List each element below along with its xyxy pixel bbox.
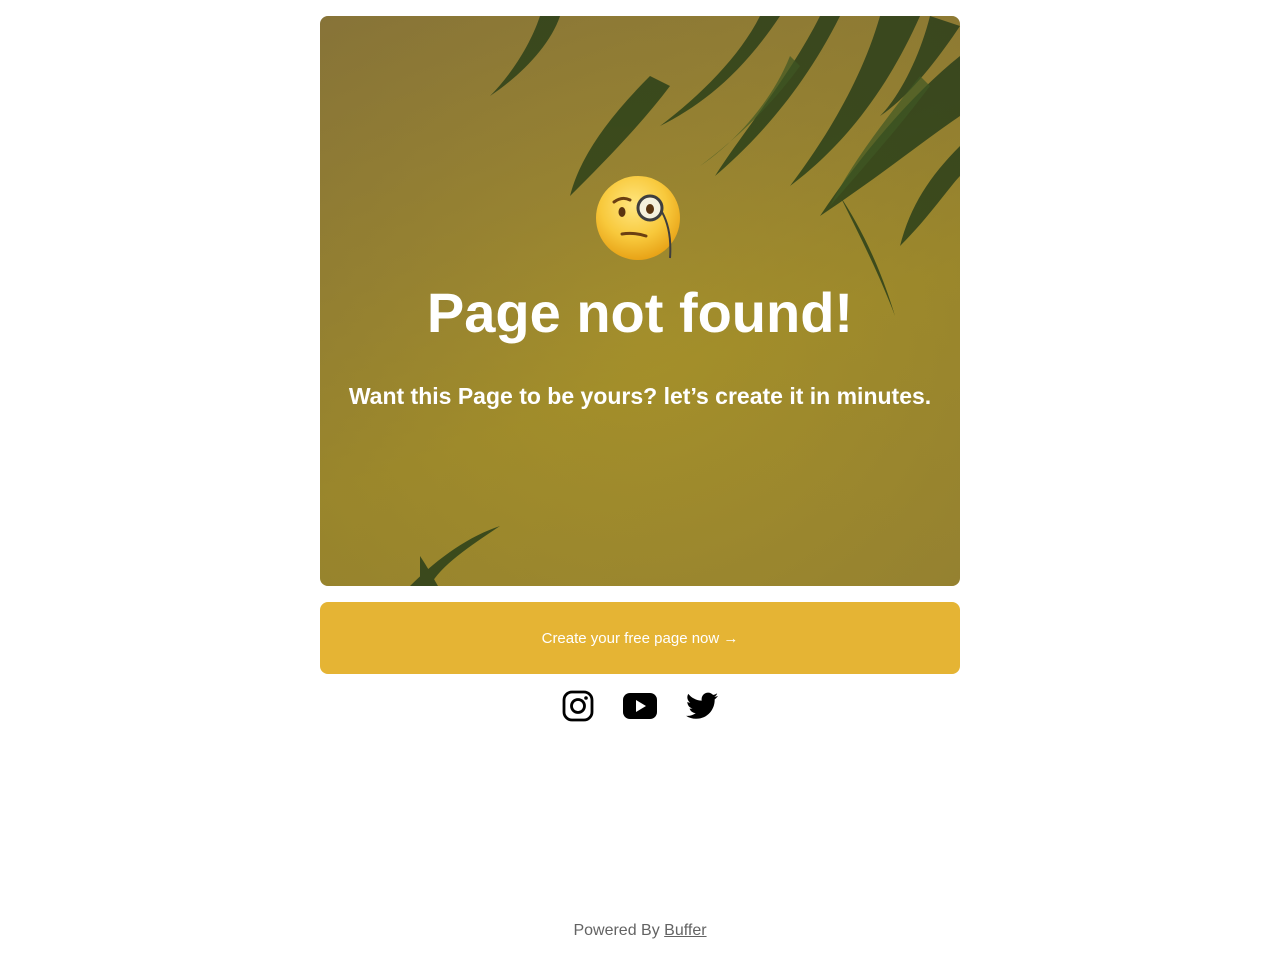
powered-by-label: Powered By bbox=[573, 922, 660, 939]
buffer-link[interactable]: Buffer bbox=[664, 922, 706, 939]
twitter-icon[interactable] bbox=[684, 688, 720, 724]
youtube-icon[interactable] bbox=[622, 688, 658, 724]
not-found-page: Page not found! Want this Page to be you… bbox=[0, 0, 1280, 960]
page-subtitle: Want this Page to be yours? let’s create… bbox=[348, 383, 932, 409]
instagram-icon[interactable] bbox=[560, 688, 596, 724]
face-with-monocle-icon bbox=[596, 176, 680, 260]
social-links bbox=[560, 688, 720, 724]
footer: Powered By Buffer bbox=[0, 922, 1280, 940]
hero-banner: Page not found! Want this Page to be you… bbox=[320, 16, 960, 586]
page-title: Page not found! bbox=[426, 281, 854, 344]
create-page-button[interactable]: Create your free page now → bbox=[320, 602, 960, 674]
